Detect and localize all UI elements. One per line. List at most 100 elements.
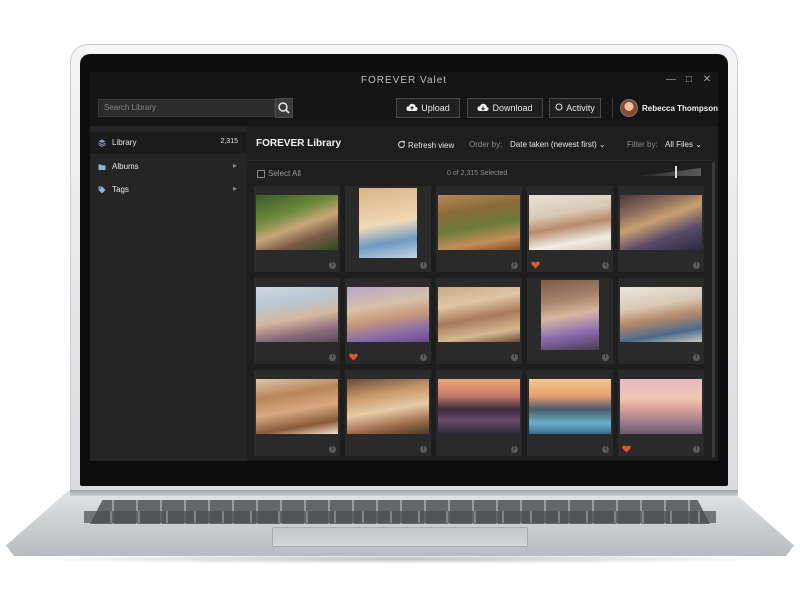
info-icon[interactable]: i bbox=[602, 446, 609, 453]
photo-tile[interactable]: i bbox=[436, 278, 522, 364]
info-icon[interactable]: i bbox=[602, 354, 609, 361]
photo-thumbnail bbox=[438, 195, 520, 250]
info-icon[interactable]: i bbox=[511, 354, 518, 361]
download-button[interactable]: Download bbox=[467, 98, 543, 118]
info-icon[interactable]: i bbox=[693, 446, 700, 453]
select-all-label[interactable]: Select All bbox=[268, 169, 301, 178]
photo-tile[interactable]: i bbox=[345, 186, 431, 272]
library-panel: FOREVER Library Refresh view Order by: D… bbox=[247, 126, 718, 461]
info-icon[interactable]: i bbox=[329, 354, 336, 361]
info-icon[interactable]: i bbox=[602, 262, 609, 269]
zoom-slider-handle[interactable] bbox=[675, 166, 677, 178]
photo-thumbnail bbox=[347, 379, 429, 434]
cloud-download-icon bbox=[477, 103, 490, 111]
filter-by-dropdown[interactable]: All Files ⌄ bbox=[665, 140, 702, 149]
photo-tile[interactable]: i bbox=[345, 278, 431, 364]
photo-thumbnail bbox=[529, 195, 611, 250]
photo-thumbnail bbox=[438, 379, 520, 434]
photo-thumbnail bbox=[347, 287, 429, 342]
photo-tile[interactable]: i bbox=[618, 278, 704, 364]
photo-thumbnail bbox=[529, 379, 611, 434]
laptop-trackpad bbox=[272, 527, 528, 547]
sidebar: Library 2,315 Albums ▸ Tags ▸ bbox=[90, 126, 247, 461]
order-by-dropdown[interactable]: Date taken (newest first) ⌄ bbox=[510, 140, 606, 149]
search-input[interactable]: Search Library bbox=[98, 99, 275, 117]
info-icon[interactable]: i bbox=[329, 446, 336, 453]
search-button[interactable] bbox=[275, 98, 293, 118]
photo-thumbnail bbox=[541, 280, 599, 350]
minimize-button[interactable]: — bbox=[664, 74, 678, 85]
laptop-hinge bbox=[70, 490, 738, 496]
filter-by-label: Filter by: bbox=[627, 140, 658, 149]
photo-tile[interactable]: i bbox=[254, 278, 340, 364]
app-title: FOREVER Valet bbox=[360, 75, 448, 86]
download-label: Download bbox=[492, 103, 533, 113]
heart-icon[interactable] bbox=[349, 353, 358, 361]
app-window: FOREVER Valet — □ ✕ Search Library Uploa… bbox=[90, 72, 718, 461]
photo-grid: i i i i i i i i i i i i i i i bbox=[252, 186, 708, 461]
refresh-label: Refresh view bbox=[408, 141, 455, 150]
photo-thumbnail bbox=[256, 195, 338, 250]
title-bar: FOREVER Valet — □ ✕ bbox=[90, 72, 718, 90]
photo-tile[interactable]: i bbox=[527, 370, 613, 456]
photo-tile[interactable]: i bbox=[436, 186, 522, 272]
maximize-button[interactable]: □ bbox=[682, 74, 696, 85]
order-by-label: Order by: bbox=[469, 140, 503, 149]
heart-icon[interactable] bbox=[622, 445, 631, 453]
photo-tile[interactable]: i bbox=[618, 370, 704, 456]
photo-tile[interactable]: i bbox=[527, 186, 613, 272]
info-icon[interactable]: i bbox=[420, 446, 427, 453]
header-divider bbox=[247, 160, 711, 161]
upload-button[interactable]: Upload bbox=[396, 98, 460, 118]
refresh-view-button[interactable]: Refresh view bbox=[397, 140, 454, 150]
info-icon[interactable]: i bbox=[693, 354, 700, 361]
photo-thumbnail bbox=[620, 195, 702, 250]
info-icon[interactable]: i bbox=[511, 262, 518, 269]
select-all-checkbox[interactable] bbox=[257, 170, 265, 178]
chevron-right-icon: ▸ bbox=[232, 161, 237, 170]
toolbar-divider bbox=[612, 98, 613, 118]
photo-thumbnail bbox=[438, 287, 520, 342]
tag-icon bbox=[98, 186, 106, 194]
info-icon[interactable]: i bbox=[329, 262, 336, 269]
library-count: 2,315 bbox=[220, 138, 238, 145]
selected-count: 0 of 2,315 Selected bbox=[447, 170, 508, 177]
photo-tile[interactable]: i bbox=[254, 186, 340, 272]
close-button[interactable]: ✕ bbox=[700, 74, 714, 85]
user-name[interactable]: Rebecca Thompson bbox=[642, 104, 718, 113]
folder-icon bbox=[98, 164, 106, 170]
photo-thumbnail bbox=[256, 287, 338, 342]
sidebar-item-label: Library bbox=[112, 138, 137, 147]
cloud-upload-icon bbox=[406, 103, 418, 111]
photo-thumbnail bbox=[620, 379, 702, 434]
photo-thumbnail bbox=[359, 188, 417, 258]
photo-tile[interactable]: i bbox=[345, 370, 431, 456]
photo-thumbnail bbox=[620, 287, 702, 342]
chevron-right-icon: ▸ bbox=[232, 184, 237, 193]
toolbar: Search Library Upload Download Activity bbox=[90, 90, 718, 126]
photo-tile[interactable]: i bbox=[618, 186, 704, 272]
laptop-keyboard-row bbox=[84, 511, 716, 523]
refresh-icon bbox=[397, 140, 406, 148]
activity-circle-icon bbox=[555, 103, 563, 111]
heart-icon[interactable] bbox=[531, 261, 540, 269]
info-icon[interactable]: i bbox=[511, 446, 518, 453]
scrollbar[interactable] bbox=[712, 162, 715, 458]
sidebar-item-albums[interactable]: Albums ▸ bbox=[90, 156, 247, 178]
sidebar-item-label: Tags bbox=[112, 185, 129, 194]
sidebar-item-tags[interactable]: Tags ▸ bbox=[90, 179, 247, 201]
avatar[interactable] bbox=[620, 99, 638, 117]
sidebar-item-library[interactable]: Library 2,315 bbox=[90, 132, 247, 154]
photo-tile[interactable]: i bbox=[436, 370, 522, 456]
activity-button[interactable]: Activity bbox=[549, 98, 601, 118]
info-icon[interactable]: i bbox=[693, 262, 700, 269]
photo-tile[interactable]: i bbox=[527, 278, 613, 364]
photo-tile[interactable]: i bbox=[254, 370, 340, 456]
page-title: FOREVER Library bbox=[256, 138, 342, 149]
zoom-slider-track[interactable] bbox=[639, 168, 701, 176]
info-icon[interactable]: i bbox=[420, 354, 427, 361]
search-icon bbox=[278, 102, 290, 114]
layers-icon bbox=[98, 139, 106, 147]
info-icon[interactable]: i bbox=[420, 262, 427, 269]
photo-thumbnail bbox=[256, 379, 338, 434]
